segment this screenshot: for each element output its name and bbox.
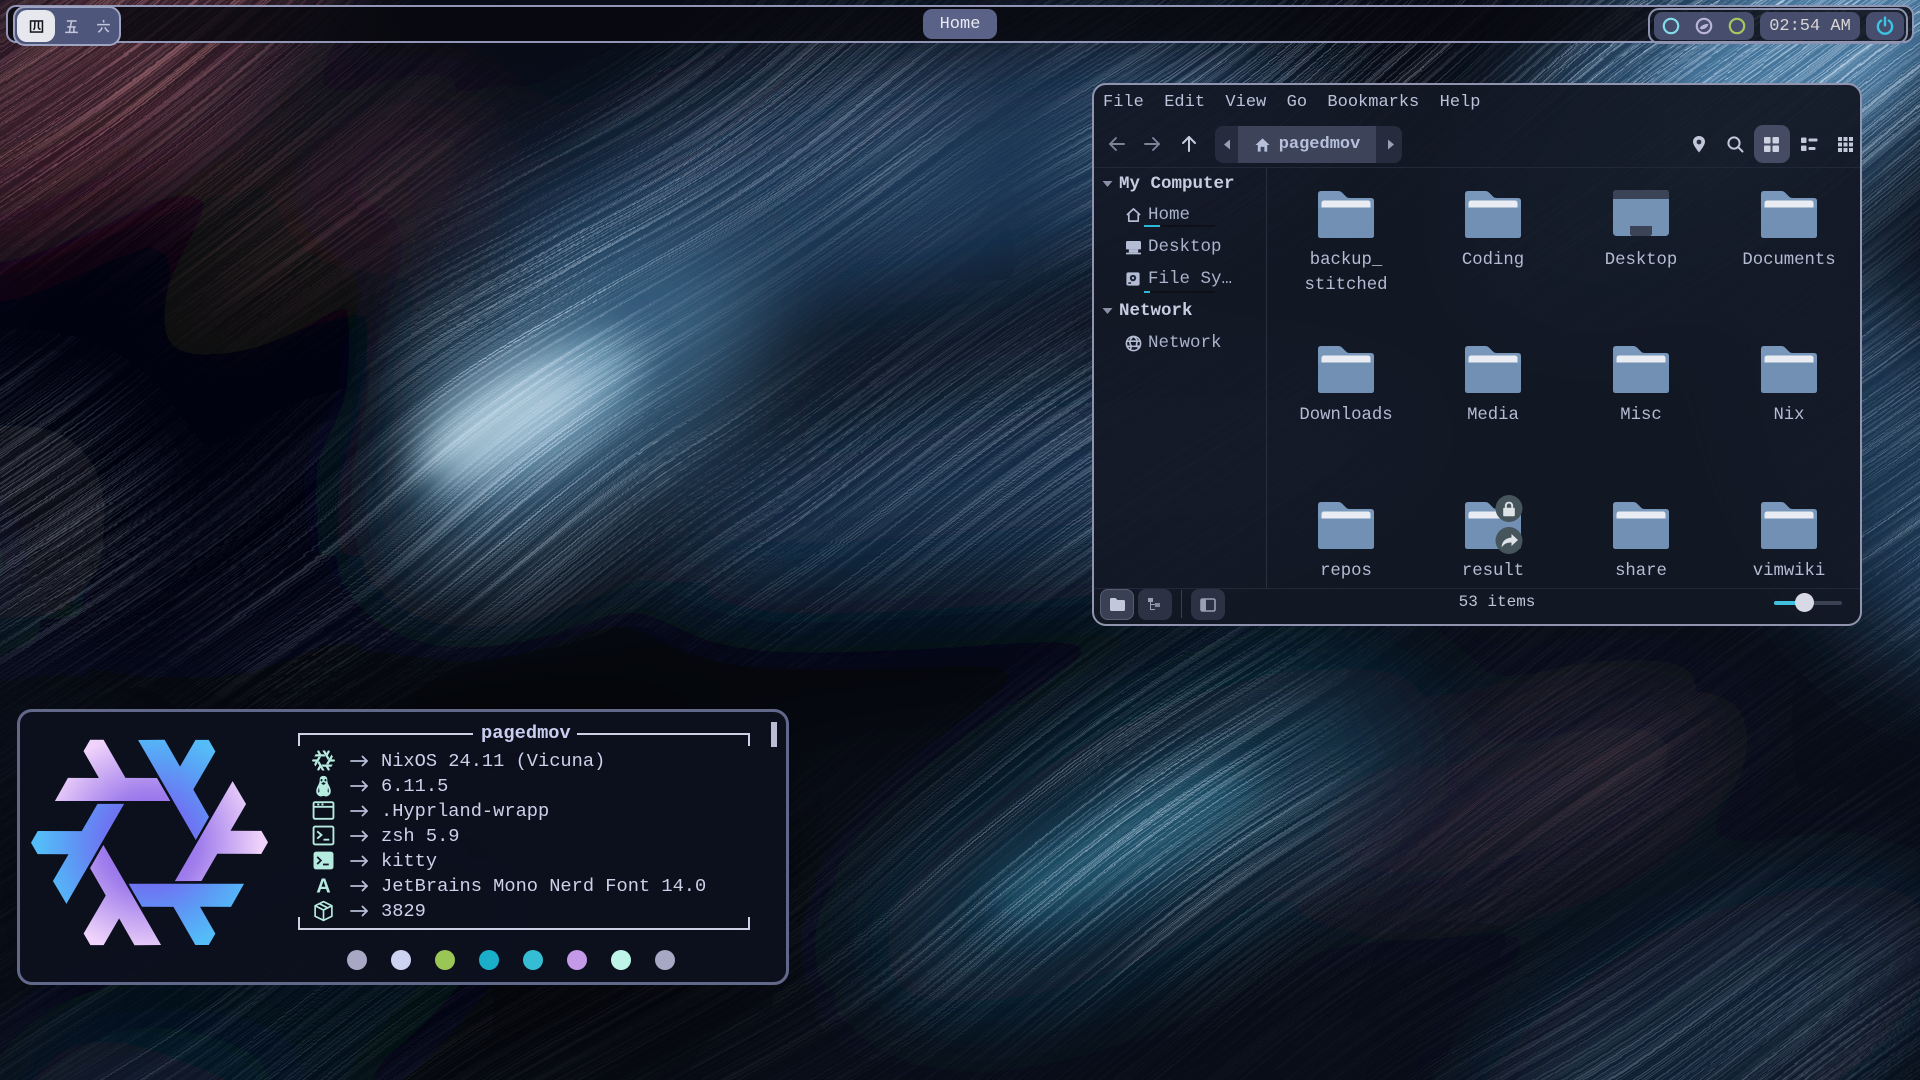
- svg-text:A: A: [316, 876, 330, 896]
